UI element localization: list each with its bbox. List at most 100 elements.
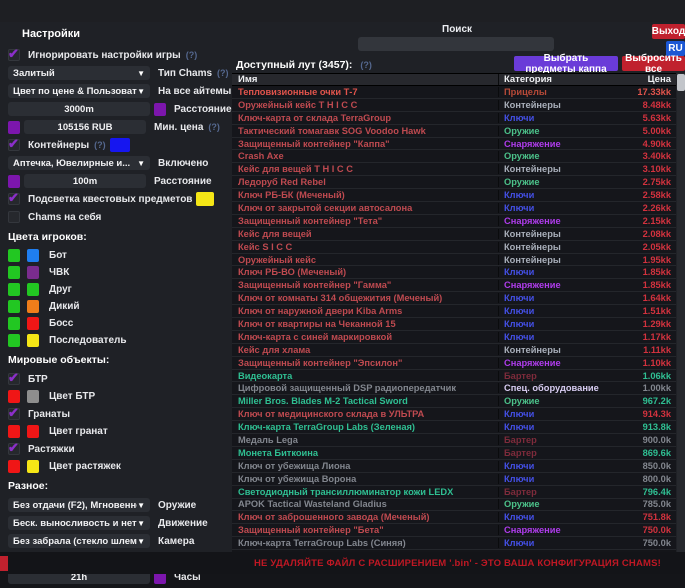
table-row[interactable]: Ледоруб Red RebelОружие2.75kk xyxy=(232,176,676,189)
table-row[interactable]: Ключ-карта TerraGroup Labs (Синяя)Ключи7… xyxy=(232,537,676,550)
table-row[interactable]: Цифровой защищенный DSP радиопередатчикС… xyxy=(232,382,676,395)
min-price-input[interactable] xyxy=(24,120,146,134)
world-object-checkbox[interactable] xyxy=(8,373,20,385)
table-row[interactable]: Защищенный контейнер "Эпсилон"Снаряжение… xyxy=(232,357,676,370)
table-row[interactable]: Miller Bros. Blades M-2 Tactical SwordОр… xyxy=(232,395,676,408)
scrollbar-track[interactable] xyxy=(677,73,685,552)
table-row[interactable]: Ключ от медицинского склада в УЛЬТРАКлюч… xyxy=(232,408,676,421)
table-row[interactable]: Защищенный контейнер "Каппа"Снаряжение4.… xyxy=(232,138,676,151)
min-price-color-swatch[interactable] xyxy=(8,121,20,134)
table-row[interactable]: Ключ от наружной двери Kiba ArmsКлючи1.5… xyxy=(232,305,676,318)
player-color-swatch-2[interactable] xyxy=(27,249,39,262)
player-color-swatch-2[interactable] xyxy=(27,300,39,313)
select-kappa-items-button[interactable]: Выбрать предметы каппа xyxy=(514,56,618,71)
player-color-label: Друг xyxy=(49,284,72,295)
scrollbar-thumb[interactable] xyxy=(677,74,685,91)
chams-type-dropdown[interactable]: Залитый xyxy=(8,66,150,80)
item-price: 8.48kk xyxy=(616,100,676,110)
item-name: Медаль Lega xyxy=(232,435,498,445)
table-row[interactable]: Медаль LegaБартер900.0k xyxy=(232,434,676,447)
table-row[interactable]: Ключ от комнаты 314 общежития (Меченый)К… xyxy=(232,292,676,305)
world-objects-title: Мировые объекты: xyxy=(8,354,232,366)
distance-color-swatch[interactable] xyxy=(154,103,166,116)
container-filter-dropdown[interactable]: Аптечка, Ювелирные и... xyxy=(8,156,150,170)
container-distance-input[interactable] xyxy=(24,174,146,188)
table-row[interactable]: Ключ РБ-БК (Меченый)Ключи2.58kk xyxy=(232,189,676,202)
item-category: Бартер xyxy=(498,487,616,497)
table-row[interactable]: Защищенный контейнер "Тета"Снаряжение2.1… xyxy=(232,215,676,228)
ignore-game-settings-checkbox[interactable] xyxy=(8,49,20,61)
world-object-color-swatch-2[interactable] xyxy=(27,460,39,473)
help-icon[interactable]: (?) xyxy=(208,122,220,132)
help-icon[interactable]: (?) xyxy=(94,140,106,150)
table-row[interactable]: Кейс для хламаКонтейнеры1.11kk xyxy=(232,344,676,357)
table-row[interactable]: Тепловизионные очки Т-7Прицелы17.33kk xyxy=(232,86,676,99)
item-name: Ключ от закрытой секции автосалона xyxy=(232,203,498,213)
misc-dropdown[interactable]: Беск. выносливость и нет уста xyxy=(8,516,150,530)
player-color-swatch-1[interactable] xyxy=(8,300,20,313)
color-mode-dropdown[interactable]: Цвет по цене & Пользователь xyxy=(8,84,150,98)
table-row[interactable]: Ключ от убежища ВоронаКлючи800.0k xyxy=(232,473,676,486)
player-color-swatch-1[interactable] xyxy=(8,249,20,262)
world-object-color-swatch-2[interactable] xyxy=(27,425,39,438)
column-name[interactable]: Имя xyxy=(232,74,498,85)
table-row[interactable]: Кейс S I C CКонтейнеры2.05kk xyxy=(232,241,676,254)
world-object-color-swatch-2[interactable] xyxy=(27,390,39,403)
player-color-swatch-2[interactable] xyxy=(27,317,39,330)
table-row[interactable]: Защищенный контейнер "Гамма"Снаряжение1.… xyxy=(232,279,676,292)
drop-all-button[interactable]: Выбросить все xyxy=(622,56,685,71)
footer-bar: НЕ УДАЛЯЙТЕ ФАЙЛ С РАСШИРЕНИЕМ '.bin' - … xyxy=(0,552,685,574)
table-row[interactable]: Монета БиткоинаБартер869.6k xyxy=(232,447,676,460)
container-distance-color-swatch[interactable] xyxy=(8,175,20,188)
table-row[interactable]: Ключ от квартиры на Чеканной 15Ключи1.29… xyxy=(232,318,676,331)
table-row[interactable]: Светодиодный трансиллюминатор кожи LEDXБ… xyxy=(232,486,676,499)
misc-dropdown[interactable]: Без забрала (стекло шлема) xyxy=(8,534,150,548)
containers-color-swatch[interactable] xyxy=(110,138,130,152)
exit-button[interactable]: Выход xyxy=(652,24,685,39)
containers-checkbox[interactable] xyxy=(8,139,20,151)
table-row[interactable]: Тактический томагавк SOG Voodoo HawkОруж… xyxy=(232,125,676,138)
player-color-swatch-2[interactable] xyxy=(27,283,39,296)
table-row[interactable]: Crash AxeОружие3.40kk xyxy=(232,150,676,163)
table-row[interactable]: ВидеокартаБартер1.06kk xyxy=(232,370,676,383)
table-row[interactable]: Ключ от закрытой секции автосалонаКлючи2… xyxy=(232,202,676,215)
world-object-color-swatch-1[interactable] xyxy=(8,460,20,473)
misc-dropdown[interactable]: Без отдачи (F2), Мгновенное п xyxy=(8,498,150,512)
item-category: Ключи xyxy=(498,409,616,419)
search-input[interactable] xyxy=(358,37,554,51)
player-color-swatch-1[interactable] xyxy=(8,317,20,330)
table-row[interactable]: APOK Tactical Wasteland GladiusОружие785… xyxy=(232,499,676,512)
table-row[interactable]: Ключ РБ-ВО (Меченый)Ключи1.85kk xyxy=(232,266,676,279)
table-row[interactable]: Ключ от заброшенного завода (Меченый)Клю… xyxy=(232,511,676,524)
chams-self-checkbox[interactable] xyxy=(8,211,20,223)
item-name: Miller Bros. Blades M-2 Tactical Sword xyxy=(232,396,498,406)
table-row[interactable]: Защищенный контейнер "Бета"Снаряжение750… xyxy=(232,524,676,537)
world-object-color-swatch-1[interactable] xyxy=(8,390,20,403)
world-object-label: Гранаты xyxy=(28,409,70,420)
player-color-swatch-2[interactable] xyxy=(27,334,39,347)
table-row[interactable]: Ключ-карта с синей маркировкойКлючи1.17k… xyxy=(232,331,676,344)
world-object-color-swatch-1[interactable] xyxy=(8,425,20,438)
player-color-swatch-1[interactable] xyxy=(8,266,20,279)
table-row[interactable]: Кейс для вещейКонтейнеры2.08kk xyxy=(232,228,676,241)
misc-dropdown-label: Оружие xyxy=(158,500,196,511)
distance-input[interactable] xyxy=(8,102,150,116)
column-price[interactable]: Цена xyxy=(616,74,676,85)
table-row[interactable]: Ключ от убежища ЛионаКлючи850.0k xyxy=(232,460,676,473)
quest-highlight-checkbox[interactable] xyxy=(8,193,20,205)
world-object-checkbox[interactable] xyxy=(8,443,20,455)
quest-highlight-color-swatch[interactable] xyxy=(196,192,214,206)
player-color-swatch-1[interactable] xyxy=(8,334,20,347)
player-color-swatch-1[interactable] xyxy=(8,283,20,296)
table-row[interactable]: Кейс для вещей T H I C CКонтейнеры3.10kk xyxy=(232,163,676,176)
table-row[interactable]: Ключ-карта от склада TerraGroupКлючи5.63… xyxy=(232,112,676,125)
table-row[interactable]: Оружейный кейсКонтейнеры1.95kk xyxy=(232,254,676,267)
help-icon[interactable]: (?) xyxy=(217,68,229,78)
column-category[interactable]: Категория xyxy=(498,74,616,85)
table-row[interactable]: Ключ-карта TerraGroup Labs (Зеленая)Ключ… xyxy=(232,421,676,434)
table-row[interactable]: Оружейный кейс T H I C CКонтейнеры8.48kk xyxy=(232,99,676,112)
world-object-checkbox[interactable] xyxy=(8,408,20,420)
help-icon[interactable]: (?) xyxy=(186,50,198,60)
player-color-swatch-2[interactable] xyxy=(27,266,39,279)
help-icon[interactable]: (?) xyxy=(360,60,372,70)
